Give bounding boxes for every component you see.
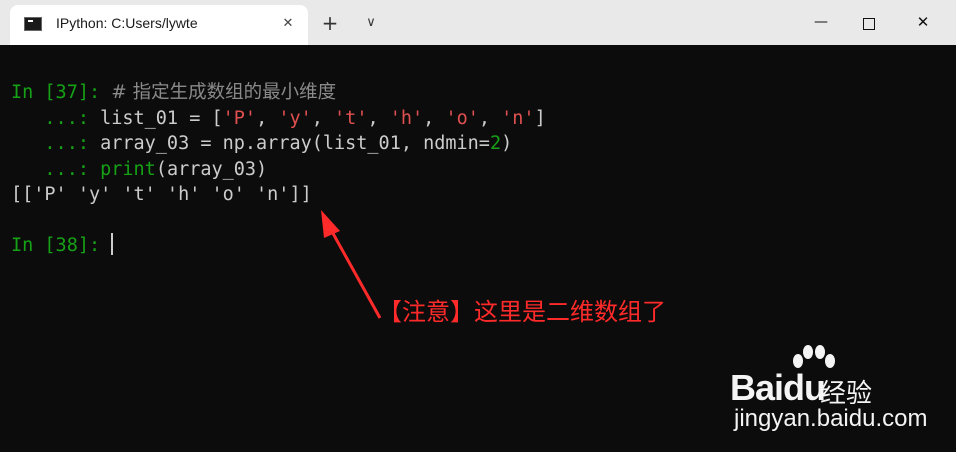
baidu-du: du [783,367,826,408]
baidu-brand: Bai [730,367,784,408]
baidu-watermark: Baidu [730,367,826,409]
annotation-note: 【注意】这里是二维数组了 [378,298,666,326]
watermark-url: jingyan.baidu.com [734,405,928,432]
